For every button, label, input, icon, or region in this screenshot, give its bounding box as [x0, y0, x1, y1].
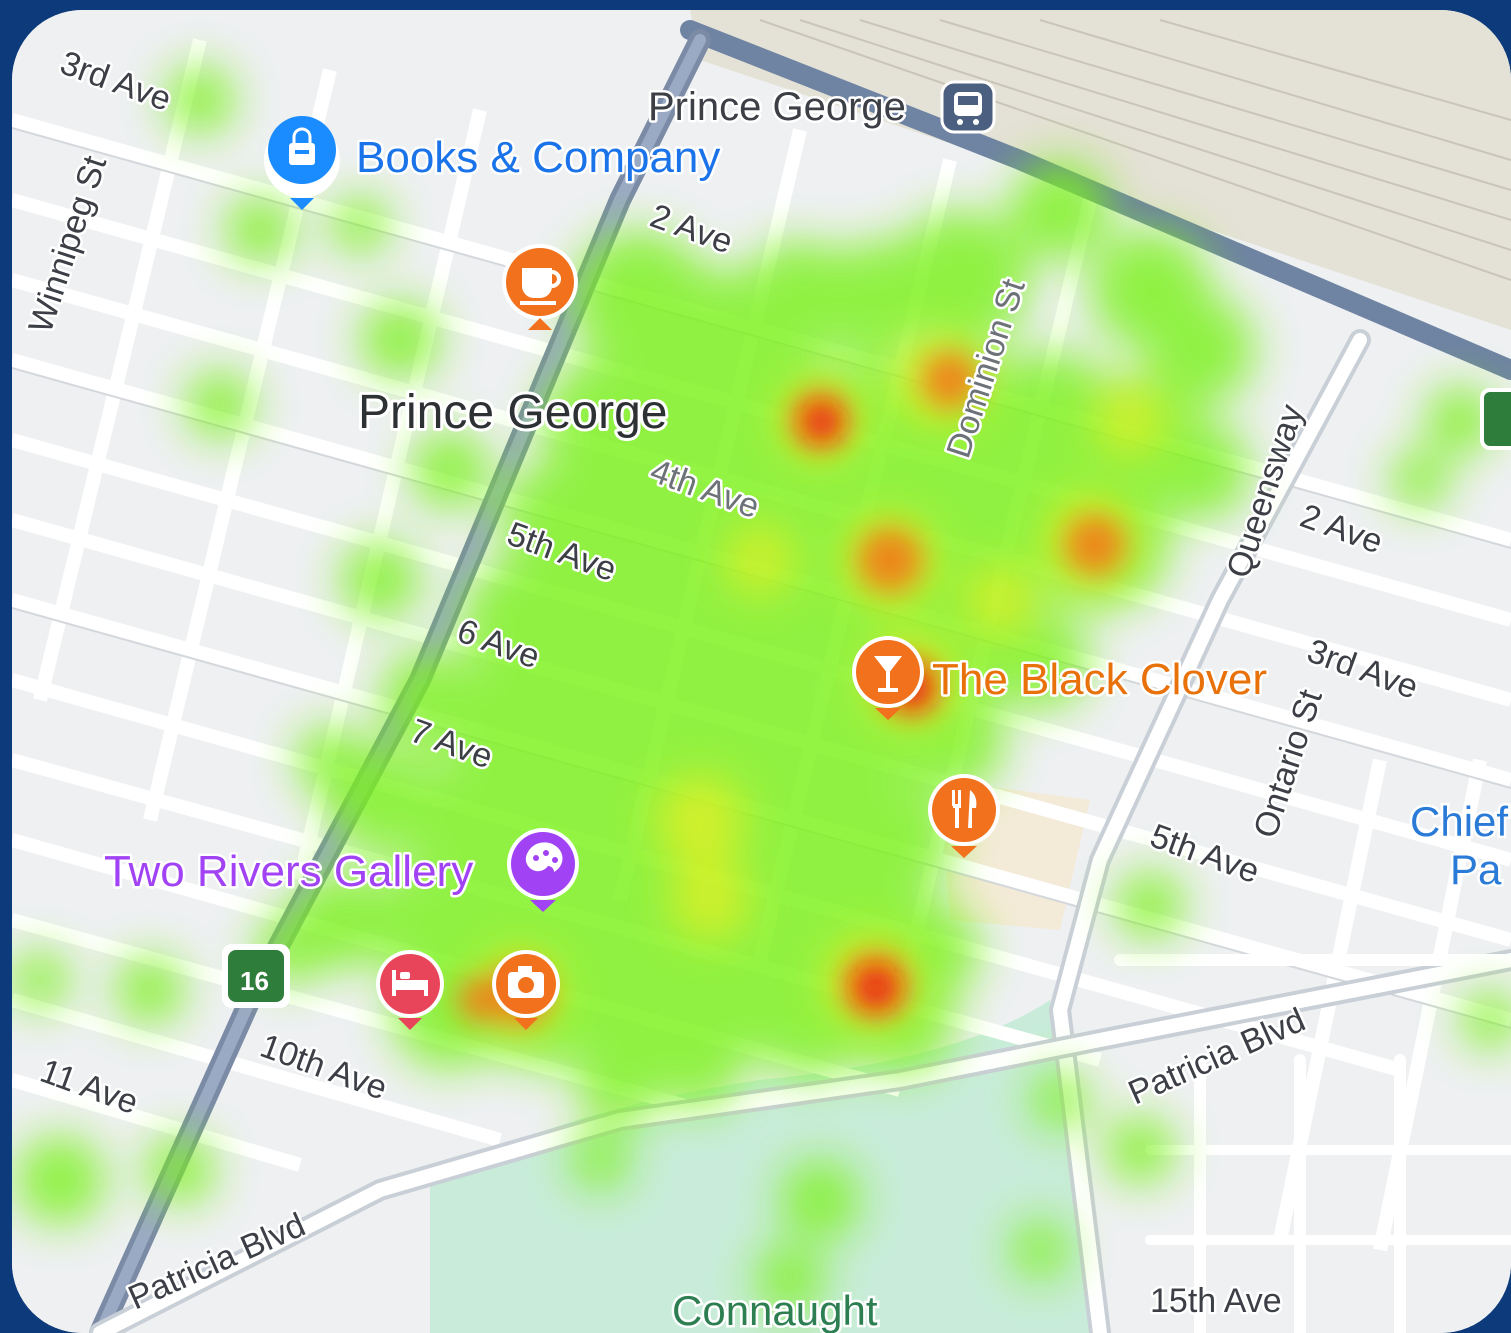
heat-blob	[806, 406, 838, 438]
heat-blob	[965, 565, 1035, 635]
edge-highway-shield	[1480, 388, 1511, 450]
city-label: Prince George	[358, 386, 668, 439]
heat-blob	[575, 1035, 665, 1125]
heat-blob	[1030, 1070, 1090, 1130]
heat-blob	[1115, 870, 1185, 940]
heat-blob	[1095, 385, 1165, 455]
heat-blob	[858, 528, 922, 592]
heat-blob	[660, 1030, 740, 1110]
heat-blob	[570, 1130, 630, 1190]
map-canvas[interactable]: 3rd Ave Winnipeg St 2 Ave 4th Ave 5th Av…	[12, 10, 1511, 1333]
heat-blob	[165, 65, 235, 135]
poi-label-books-company: Books & Company	[356, 133, 720, 182]
heat-blob	[1150, 420, 1250, 520]
heat-blob	[15, 1135, 105, 1225]
heat-blob	[858, 970, 894, 1006]
highway-shield-number: 16	[240, 966, 269, 996]
heat-blob	[185, 370, 255, 440]
heat-blob	[1010, 160, 1110, 260]
heat-blob	[655, 775, 745, 865]
heat-blob	[1390, 450, 1450, 510]
heat-blob	[725, 525, 795, 595]
street-label-15th-ave: 15th Ave	[1150, 1282, 1282, 1320]
heat-blob	[780, 1160, 860, 1240]
station-label: Prince George	[648, 85, 906, 129]
heat-blob	[410, 430, 490, 510]
poi-label-black-clover: The Black Clover	[932, 655, 1267, 704]
heat-blob	[295, 725, 365, 795]
heat-blob	[360, 300, 440, 380]
train-station-icon	[940, 80, 996, 134]
heat-blob	[225, 195, 295, 265]
heat-blob	[670, 860, 750, 940]
heat-blob	[1010, 1220, 1070, 1280]
highway-16-shield: 16	[222, 944, 290, 1008]
heat-blob	[115, 955, 185, 1025]
heat-blob	[330, 195, 390, 255]
park-label: Connaught	[672, 1287, 878, 1333]
poi-label-two-rivers-gallery: Two Rivers Gallery	[104, 847, 473, 896]
heat-blob	[340, 540, 420, 620]
station-prince-george[interactable]: Prince George	[646, 80, 996, 134]
edge-place-label-line2[interactable]: Pa	[1448, 844, 1505, 896]
edge-place-label-line1[interactable]: Chief	[1408, 796, 1511, 848]
map-frame[interactable]: 3rd Ave Winnipeg St 2 Ave 4th Ave 5th Av…	[12, 10, 1511, 1333]
heat-blob	[1065, 515, 1125, 575]
heat-blob	[145, 1135, 215, 1205]
heat-blob	[12, 950, 70, 1010]
heat-blob	[1105, 1115, 1175, 1185]
